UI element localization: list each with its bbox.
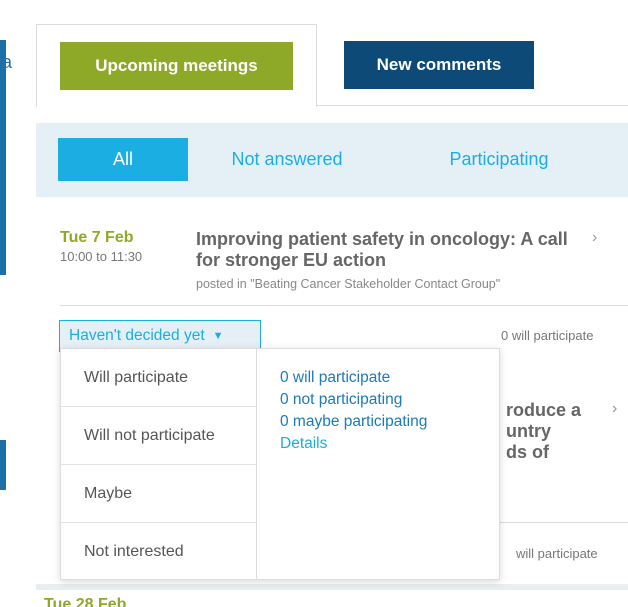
title-line: roduce a (506, 400, 582, 420)
details-link[interactable]: Details (280, 433, 490, 455)
tabs-row: Upcoming meetings New comments (36, 24, 628, 107)
background-letter: a (2, 52, 13, 72)
tab-upcoming-container: Upcoming meetings (36, 24, 317, 107)
meeting-posted-in: posted in "Beating Cancer Stakeholder Co… (196, 277, 501, 291)
rsvp-dropdown-menu: Will participate Will not participate Ma… (60, 348, 500, 580)
participation-count: 0 will participate (501, 328, 594, 343)
option-not-interested[interactable]: Not interested (61, 523, 256, 581)
meeting-item[interactable]: Tue 7 Feb 10:00 to 11:30 Improving patie… (36, 203, 628, 363)
list-separator (36, 584, 628, 590)
meeting-time: 10:00 to 11:30 (60, 249, 143, 264)
stat-maybe-participating: 0 maybe participating (280, 413, 428, 430)
meeting-title[interactable]: Improving patient safety in oncology: A … (196, 229, 586, 271)
caret-down-icon: ▼ (212, 330, 224, 342)
upcoming-meetings-tab[interactable]: Upcoming meetings (60, 42, 293, 90)
new-comments-tab[interactable]: New comments (344, 41, 534, 89)
filter-bar: All Not answered Participating (36, 123, 628, 197)
divider (60, 305, 628, 306)
stat-will-participate: 0 will participate (280, 369, 391, 386)
option-will-participate[interactable]: Will participate (61, 349, 256, 407)
rsvp-stats: 0 will participate 0 not participating 0… (280, 367, 490, 455)
stat-not-participating: 0 not participating (280, 391, 403, 408)
chevron-right-icon[interactable]: › (612, 400, 617, 418)
participation-count: will participate (516, 546, 598, 561)
option-will-not-participate[interactable]: Will not participate (61, 407, 256, 465)
filter-all[interactable]: All (58, 138, 188, 181)
background-bar (0, 40, 6, 275)
rsvp-options-list: Will participate Will not participate Ma… (61, 349, 257, 579)
left-background-strip: a (0, 0, 14, 607)
title-line: ds of (506, 442, 549, 462)
title-line: untry (506, 421, 551, 441)
rsvp-label: Haven't decided yet (69, 327, 205, 344)
chevron-right-icon[interactable]: › (592, 229, 597, 247)
filter-participating[interactable]: Participating (424, 138, 574, 181)
filter-not-answered[interactable]: Not answered (212, 138, 362, 181)
option-maybe[interactable]: Maybe (61, 465, 256, 523)
next-meeting-date: Tue 28 Feb (44, 596, 127, 607)
meeting-date: Tue 7 Feb (60, 229, 134, 246)
meeting-title-partial[interactable]: roduce a untry ds of (506, 400, 616, 463)
background-bar (0, 440, 6, 490)
